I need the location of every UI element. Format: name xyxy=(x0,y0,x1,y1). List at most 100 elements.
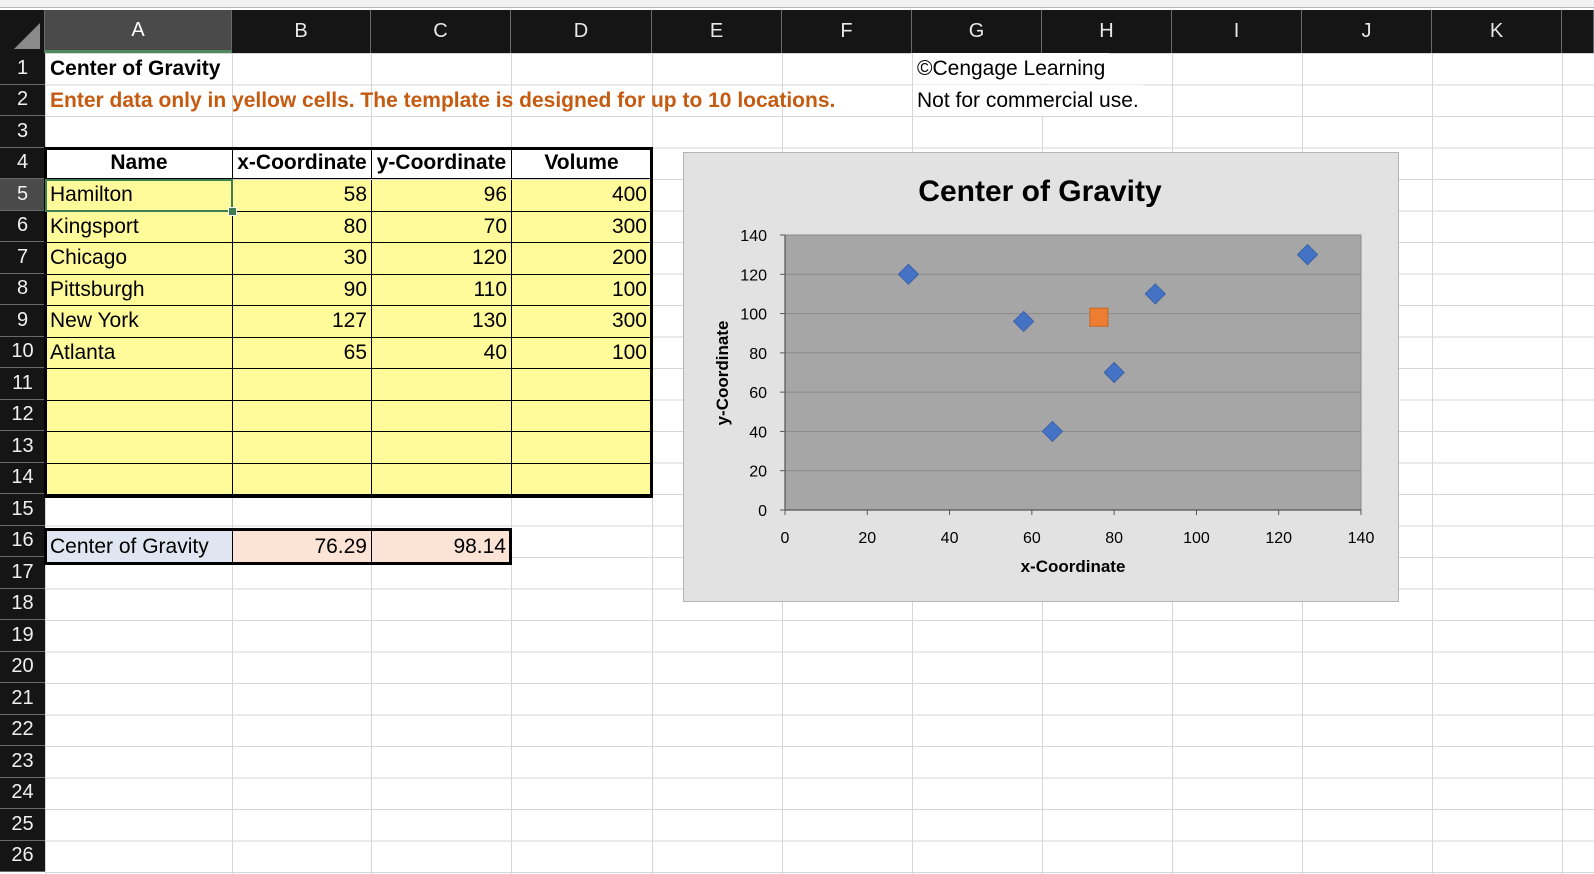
row-header-10[interactable]: 10 xyxy=(0,336,45,368)
name-cell[interactable]: Chicago xyxy=(46,243,232,275)
x-coordinate-cell[interactable]: 58 xyxy=(232,180,371,212)
row-header-25[interactable]: 25 xyxy=(0,809,45,841)
name-cell[interactable]: Atlanta xyxy=(46,337,232,369)
row-header-12[interactable]: 12 xyxy=(0,399,45,431)
x-tick-label: 20 xyxy=(858,530,876,547)
header-x-coordinate[interactable]: x-Coordinate xyxy=(232,148,371,179)
volume-cell[interactable]: 300 xyxy=(511,306,651,338)
x-coordinate-cell[interactable]: 65 xyxy=(232,337,371,369)
column-header-i[interactable]: I xyxy=(1172,10,1302,53)
row-header-1[interactable]: 1 xyxy=(0,53,45,85)
column-header-k[interactable]: K xyxy=(1432,10,1562,53)
name-cell[interactable] xyxy=(46,400,232,432)
column-header-f[interactable]: F xyxy=(782,10,912,53)
y-coordinate-cell[interactable] xyxy=(371,369,511,401)
column-header-e[interactable]: E xyxy=(652,10,782,53)
row-header-15[interactable]: 15 xyxy=(0,494,45,526)
volume-cell[interactable] xyxy=(511,432,651,464)
row-header-8[interactable]: 8 xyxy=(0,273,45,305)
y-tick-label: 60 xyxy=(749,385,767,402)
row-header-19[interactable]: 19 xyxy=(0,620,45,652)
row-header-13[interactable]: 13 xyxy=(0,431,45,463)
copyright-text[interactable]: ©Cengage Learning xyxy=(913,53,1110,84)
y-coordinate-cell[interactable]: 96 xyxy=(371,180,511,212)
name-cell[interactable] xyxy=(46,369,232,401)
sheet-title[interactable]: Center of Gravity xyxy=(46,53,224,84)
y-tick-label: 80 xyxy=(749,346,767,363)
x-coordinate-cell[interactable]: 80 xyxy=(232,211,371,243)
y-coordinate-cell[interactable]: 40 xyxy=(371,337,511,369)
y-coordinate-cell[interactable]: 70 xyxy=(371,211,511,243)
column-header-g[interactable]: G xyxy=(912,10,1042,53)
x-coordinate-cell[interactable] xyxy=(232,369,371,401)
instruction-text[interactable]: Enter data only in yellow cells. The tem… xyxy=(46,85,839,116)
cog-y-cell[interactable]: 98.14 xyxy=(371,530,510,563)
cog-x-cell[interactable]: 76.29 xyxy=(232,530,371,563)
column-header-b[interactable]: B xyxy=(232,10,371,53)
name-cell[interactable] xyxy=(46,463,232,495)
volume-cell[interactable] xyxy=(511,400,651,432)
volume-cell[interactable]: 300 xyxy=(511,211,651,243)
volume-cell[interactable]: 400 xyxy=(511,180,651,212)
x-tick-label: 80 xyxy=(1105,530,1123,547)
row-header-16[interactable]: 16 xyxy=(0,525,45,557)
name-cell[interactable] xyxy=(46,432,232,464)
row-header-3[interactable]: 3 xyxy=(0,116,45,148)
x-coordinate-cell[interactable]: 127 xyxy=(232,306,371,338)
row-header-24[interactable]: 24 xyxy=(0,777,45,809)
row-header-20[interactable]: 20 xyxy=(0,651,45,683)
volume-cell[interactable]: 200 xyxy=(511,243,651,275)
volume-cell[interactable]: 100 xyxy=(511,274,651,306)
row-header-17[interactable]: 17 xyxy=(0,557,45,589)
x-coordinate-cell[interactable]: 30 xyxy=(232,243,371,275)
volume-cell[interactable] xyxy=(511,369,651,401)
name-cell[interactable]: New York xyxy=(46,306,232,338)
name-cell[interactable]: Kingsport xyxy=(46,211,232,243)
y-tick-label: 20 xyxy=(749,464,767,481)
cog-label-cell[interactable]: Center of Gravity xyxy=(46,530,232,563)
grid-column-line xyxy=(1432,53,1433,874)
header-name[interactable]: Name xyxy=(46,148,232,179)
row-header-21[interactable]: 21 xyxy=(0,683,45,715)
row-header-9[interactable]: 9 xyxy=(0,305,45,337)
center-of-gravity-point xyxy=(1089,307,1109,327)
x-axis-title: x-Coordinate xyxy=(1021,557,1126,576)
column-header-j[interactable]: J xyxy=(1302,10,1432,53)
x-coordinate-cell[interactable] xyxy=(232,463,371,495)
y-coordinate-cell[interactable] xyxy=(371,432,511,464)
x-coordinate-cell[interactable] xyxy=(232,432,371,464)
row-header-7[interactable]: 7 xyxy=(0,242,45,274)
column-header-c[interactable]: C xyxy=(371,10,511,53)
usage-note-text[interactable]: Not for commercial use. xyxy=(913,85,1143,116)
column-header-h[interactable]: H xyxy=(1042,10,1172,53)
row-header-14[interactable]: 14 xyxy=(0,462,45,494)
x-coordinate-cell[interactable]: 90 xyxy=(232,274,371,306)
y-coordinate-cell[interactable] xyxy=(371,400,511,432)
row-header-18[interactable]: 18 xyxy=(0,588,45,620)
row-header-26[interactable]: 26 xyxy=(0,840,45,872)
chart-area[interactable]: Center of Gravity 0 20 40 60 80 100 120 140 0 20 40… xyxy=(683,152,1399,602)
select-all-corner[interactable] xyxy=(0,10,45,53)
column-header-d[interactable]: D xyxy=(511,10,652,53)
header-y-coordinate[interactable]: y-Coordinate xyxy=(371,148,511,179)
row-header-11[interactable]: 11 xyxy=(0,368,45,400)
fill-handle[interactable] xyxy=(228,207,237,216)
header-volume[interactable]: Volume xyxy=(511,148,651,179)
column-header-a[interactable]: A xyxy=(45,10,232,53)
row-header-22[interactable]: 22 xyxy=(0,714,45,746)
row-header-6[interactable]: 6 xyxy=(0,210,45,242)
row-header-4[interactable]: 4 xyxy=(0,147,45,179)
x-coordinate-cell[interactable] xyxy=(232,400,371,432)
y-coordinate-cell[interactable]: 110 xyxy=(371,274,511,306)
volume-cell[interactable] xyxy=(511,463,651,495)
row-header-5[interactable]: 5 xyxy=(0,179,45,211)
active-cell-selection[interactable] xyxy=(45,179,233,212)
y-coordinate-cell[interactable]: 120 xyxy=(371,243,511,275)
name-cell[interactable]: Pittsburgh xyxy=(46,274,232,306)
x-tick-label: 100 xyxy=(1183,530,1210,547)
volume-cell[interactable]: 100 xyxy=(511,337,651,369)
row-header-2[interactable]: 2 xyxy=(0,84,45,116)
y-coordinate-cell[interactable] xyxy=(371,463,511,495)
y-coordinate-cell[interactable]: 130 xyxy=(371,306,511,338)
row-header-23[interactable]: 23 xyxy=(0,746,45,778)
